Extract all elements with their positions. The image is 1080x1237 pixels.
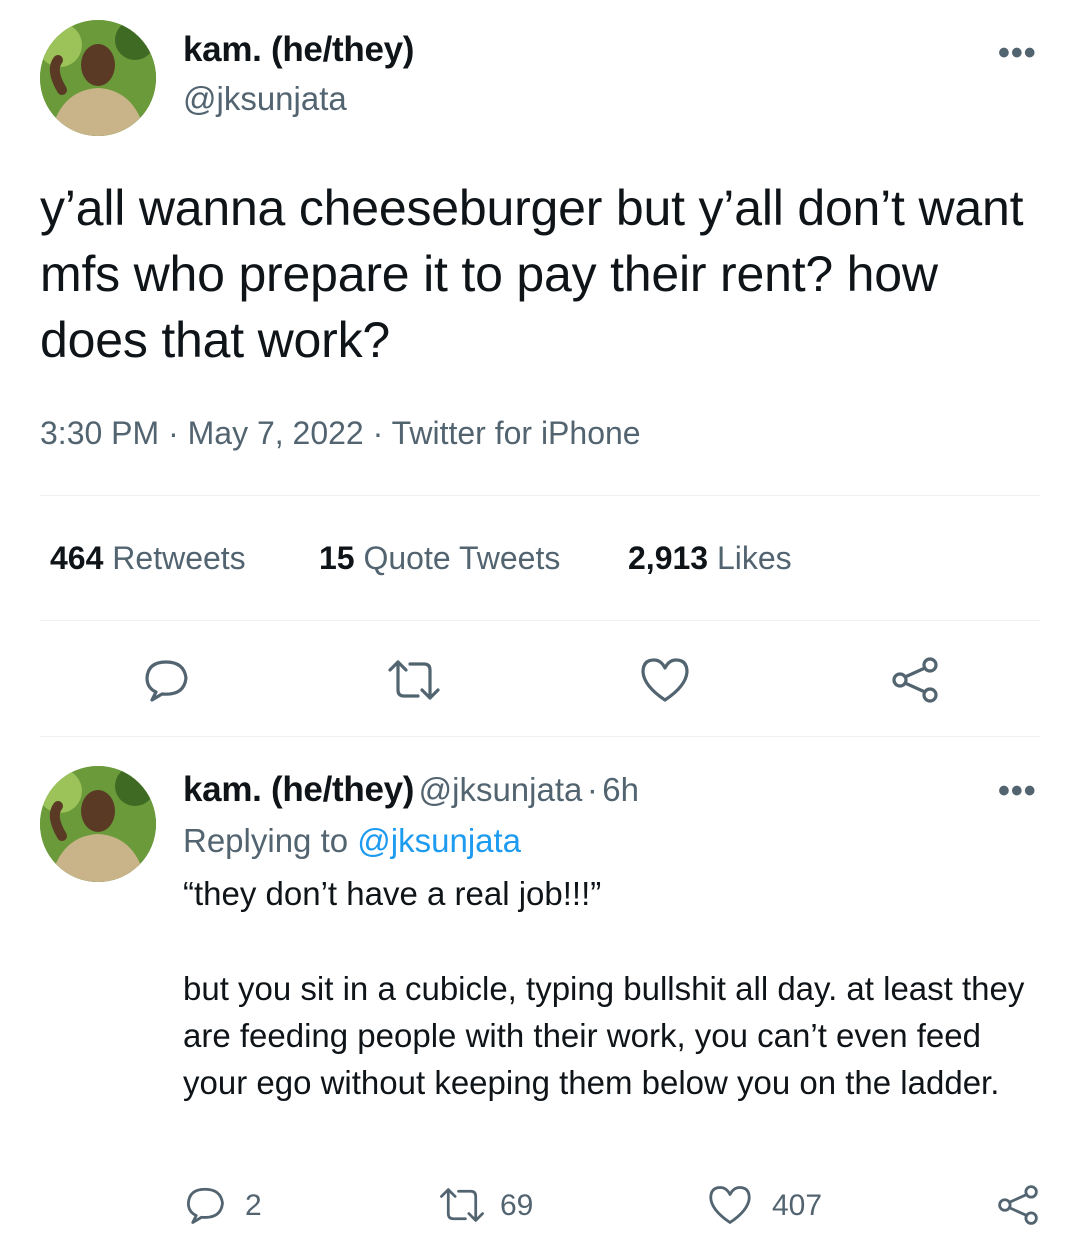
reply-count: 2 (245, 1189, 262, 1222)
reply-retweet-count: 69 (500, 1189, 534, 1222)
more-icon[interactable]: ••• (998, 34, 1037, 73)
tweet-text: y’all wanna cheeseburger but y’all don’t… (40, 180, 1024, 368)
meta-separator: · (168, 415, 179, 451)
tweet-time[interactable]: 3:30 PM (40, 415, 159, 451)
reply-age[interactable]: 6h (602, 771, 639, 808)
retweets-count: 464 (50, 540, 104, 576)
reply-author-name[interactable]: kam. (he/they) (183, 770, 414, 809)
reply-like-icon[interactable] (708, 1184, 752, 1226)
author-avatar[interactable] (40, 20, 156, 136)
share-icon[interactable] (890, 656, 940, 704)
reply-author-avatar[interactable] (40, 766, 156, 882)
divider (40, 736, 1040, 737)
likes-label: Likes (716, 540, 792, 576)
reply-retweet-icon[interactable] (438, 1184, 486, 1226)
reply-text-line1: “they don’t have a real job!!!” (183, 875, 602, 912)
author-handle[interactable]: @jksunjata (183, 80, 347, 118)
quote-tweets-stat[interactable]: 15 Quote Tweets (319, 540, 560, 577)
tweet-source[interactable]: Twitter for iPhone (392, 415, 641, 451)
divider (40, 620, 1040, 621)
divider (40, 495, 1040, 496)
retweets-stat[interactable]: 464 Retweets (50, 540, 246, 577)
reply-header: kam. (he/they) @jksunjata · 6h (183, 770, 639, 810)
reply-separator: · (586, 771, 598, 808)
quotes-count: 15 (319, 540, 355, 576)
author-name[interactable]: kam. (he/they) (183, 30, 414, 70)
quotes-label: Quote Tweets (363, 540, 561, 576)
reply-share-icon[interactable] (996, 1184, 1040, 1226)
replying-to-label: Replying to (183, 822, 349, 859)
reply-author-handle[interactable]: @jksunjata (419, 771, 583, 808)
tweet-date[interactable]: May 7, 2022 (188, 415, 364, 451)
like-icon[interactable] (640, 656, 690, 704)
reply-more-icon[interactable]: ••• (998, 772, 1037, 811)
replying-to-handle[interactable]: @jksunjata (357, 822, 521, 859)
replying-to: Replying to @jksunjata (183, 822, 521, 860)
retweets-label: Retweets (112, 540, 246, 576)
reply-reply-icon[interactable] (184, 1184, 226, 1226)
reply-like-count: 407 (772, 1189, 823, 1222)
tweet-meta: 3:30 PM · May 7, 2022 · Twitter for iPho… (40, 415, 641, 452)
reply-text-body: but you sit in a cubicle, typing bullshi… (183, 970, 1025, 1101)
likes-count: 2,913 (628, 540, 709, 576)
retweet-icon[interactable] (386, 656, 442, 704)
reply-icon[interactable] (142, 656, 190, 704)
likes-stat[interactable]: 2,913 Likes (628, 540, 792, 577)
meta-separator: · (372, 415, 384, 451)
